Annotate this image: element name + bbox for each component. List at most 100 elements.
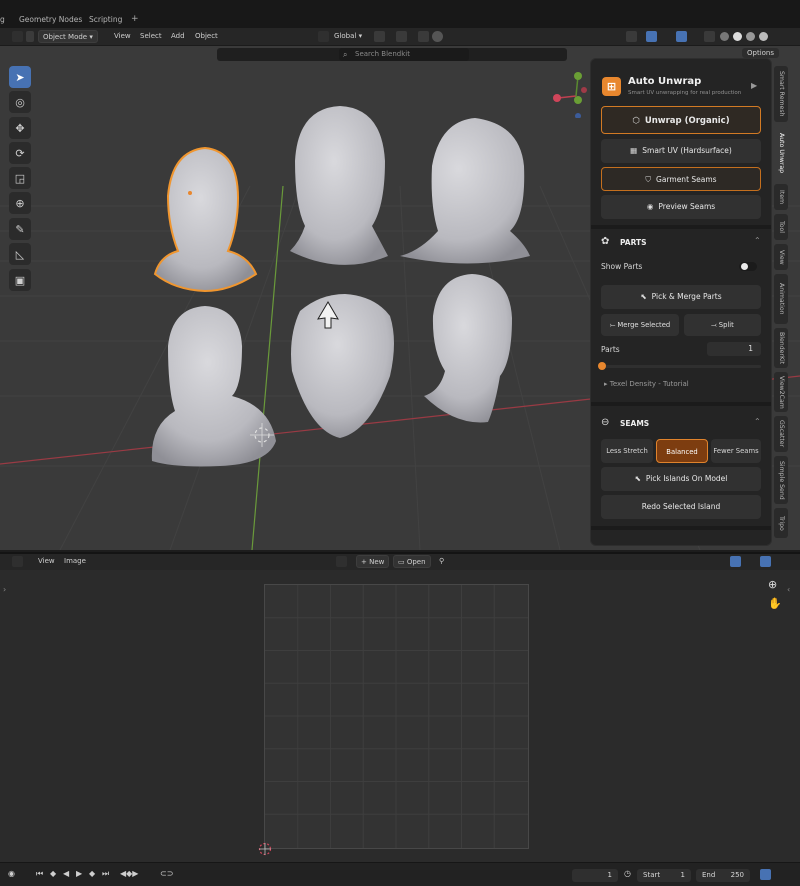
sidebar-tab-tool[interactable]: Tool: [774, 214, 788, 240]
uv-gizmo-icon[interactable]: [730, 556, 741, 567]
menu-view[interactable]: View: [110, 30, 135, 43]
cursor-tool-icon[interactable]: ◎: [9, 91, 31, 113]
sidebar-tab-blenderkit[interactable]: BlenderKit: [774, 328, 788, 368]
preview-seams-button[interactable]: ◉ Preview Seams: [601, 195, 761, 219]
sidebar-tab-view2cam[interactable]: View2Cam: [774, 372, 788, 412]
open-image-button[interactable]: ▭ Open: [393, 555, 431, 568]
transform-orientation-icon[interactable]: [318, 31, 329, 42]
start-frame-field[interactable]: Start 1: [637, 869, 691, 882]
shading-wireframe-icon[interactable]: [720, 32, 729, 41]
proportional-edit-icon[interactable]: [432, 31, 443, 42]
workspace-tab-geometry-nodes[interactable]: Geometry Nodes: [19, 15, 82, 24]
end-frame-field[interactable]: End 250: [696, 869, 750, 882]
clock-icon[interactable]: ◷: [624, 869, 631, 878]
garment-seams-button[interactable]: ⛉ Garment Seams: [601, 167, 761, 191]
pivot-icon[interactable]: [374, 31, 385, 42]
sidebar-tab-auto-unwrap[interactable]: Auto Unwrap: [774, 126, 788, 180]
workspace-tab-partial[interactable]: g: [0, 15, 5, 24]
keying-icon[interactable]: ◀◆▶: [120, 869, 138, 878]
parts-slider-handle[interactable]: [598, 362, 606, 370]
play-icon[interactable]: ▶: [751, 81, 757, 90]
seam-option-balanced[interactable]: Balanced: [656, 439, 708, 463]
sidebar-tab-tripo[interactable]: Tripo: [774, 508, 788, 538]
menu-object[interactable]: Object: [191, 30, 222, 43]
scale-tool-icon[interactable]: ◲: [9, 167, 31, 189]
jump-end-icon[interactable]: ⏭: [102, 869, 109, 879]
sidebar-expand-icon[interactable]: ‹: [787, 585, 790, 594]
smart-uv-button[interactable]: ▦ Smart UV (Hardsurface): [601, 139, 761, 163]
uv-menu-image[interactable]: Image: [60, 555, 90, 568]
snap-icon[interactable]: [396, 31, 407, 42]
uv-menu-view[interactable]: View: [34, 555, 59, 568]
pick-merge-parts-button[interactable]: ⬉ Pick & Merge Parts: [601, 285, 761, 309]
select-tool-icon[interactable]: ➤: [9, 66, 31, 88]
visibility-icon[interactable]: [626, 31, 637, 42]
sidebar-tab-simple-send[interactable]: Simple Send: [774, 456, 788, 504]
auto-key-icon[interactable]: ⊂⊃: [160, 869, 173, 878]
seams-section-header[interactable]: ⊖ SEAMS ⌃: [591, 410, 771, 436]
select-box-mode-icon[interactable]: [26, 31, 34, 42]
menu-select[interactable]: Select: [136, 30, 166, 43]
gizmo-toggle-icon[interactable]: [646, 31, 657, 42]
timeline-view-icon[interactable]: [760, 869, 771, 880]
add-cube-tool-icon[interactable]: ▣: [9, 269, 31, 291]
pan-hand-icon[interactable]: ✋: [768, 597, 782, 610]
navigation-gizmo[interactable]: [548, 68, 588, 118]
collapse-chevron-icon[interactable]: ⌃: [754, 417, 761, 426]
parts-slider[interactable]: [601, 365, 761, 368]
editor-type-icon[interactable]: [12, 31, 23, 42]
sidebar-tab-view[interactable]: View: [774, 244, 788, 270]
transform-tool-icon[interactable]: ⊕: [9, 192, 31, 214]
seam-option-less-stretch[interactable]: Less Stretch: [601, 439, 653, 463]
shading-rendered-icon[interactable]: [759, 32, 768, 41]
sidebar-tab-item[interactable]: Item: [774, 184, 788, 210]
tool-shelf: ➤ ◎ ✥ ⟳ ◲ ⊕ ✎ ◺ ▣: [9, 66, 35, 294]
show-parts-toggle[interactable]: [739, 262, 757, 271]
menu-add[interactable]: Add: [167, 30, 189, 43]
unwrap-organic-button[interactable]: ⬡ Unwrap (Organic): [601, 106, 761, 134]
image-browse-icon[interactable]: [336, 556, 347, 567]
texel-density-row[interactable]: ▸ Texel Density - Tutorial: [604, 380, 689, 388]
add-workspace-icon[interactable]: +: [131, 14, 139, 24]
annotate-tool-icon[interactable]: ✎: [9, 218, 31, 240]
mode-dropdown[interactable]: Object Mode ▾: [38, 30, 98, 43]
new-image-button[interactable]: + New: [356, 555, 390, 568]
next-keyframe-icon[interactable]: ◆: [89, 869, 95, 878]
uv-editor-type-icon[interactable]: [12, 556, 23, 567]
zoom-icon[interactable]: ⊕: [768, 578, 777, 591]
seam-option-fewer-seams[interactable]: Fewer Seams: [711, 439, 761, 463]
measure-tool-icon[interactable]: ◺: [9, 243, 31, 265]
viewport-header: Object Mode ▾ View Select Add Object Glo…: [0, 28, 800, 46]
split-button[interactable]: ⤙ Split: [684, 314, 761, 336]
pick-islands-button[interactable]: ⬉ Pick Islands On Model: [601, 467, 761, 491]
panel-title: Auto Unwrap: [628, 76, 702, 87]
move-tool-icon[interactable]: ✥: [9, 117, 31, 139]
snap-target-icon[interactable]: [418, 31, 429, 42]
current-frame-field[interactable]: 1: [572, 869, 618, 882]
toolbar-expand-icon[interactable]: ›: [3, 585, 6, 594]
options-dropdown[interactable]: Options: [742, 48, 780, 58]
sidebar-tab-animation[interactable]: Animation: [774, 274, 788, 324]
parts-count-field[interactable]: 1: [707, 342, 761, 356]
sidebar-tab-gscatter[interactable]: GScatter: [774, 416, 788, 452]
jump-start-icon[interactable]: ⏮: [36, 869, 43, 879]
merge-selected-button[interactable]: ⤚ Merge Selected: [601, 314, 679, 336]
rotate-tool-icon[interactable]: ⟳: [9, 142, 31, 164]
play-icon[interactable]: ▶: [76, 869, 82, 878]
parts-section-header[interactable]: ✿ PARTS ⌃: [591, 229, 771, 255]
shading-material-icon[interactable]: [746, 32, 755, 41]
collapse-chevron-icon[interactable]: ⌃: [754, 236, 761, 245]
prev-keyframe-icon[interactable]: ◆: [50, 869, 56, 878]
redo-island-button[interactable]: Redo Selected Island: [601, 495, 761, 519]
uv-overlay-icon[interactable]: [760, 556, 771, 567]
workspace-tab-scripting[interactable]: Scripting: [89, 15, 122, 24]
blenderkit-search-input[interactable]: ⌕ Search Blendkit: [339, 48, 469, 61]
transform-orientation-dropdown[interactable]: Global ▾: [330, 30, 366, 43]
sidebar-tab-smart-remesh[interactable]: Smart Remesh: [774, 66, 788, 122]
pin-icon[interactable]: ⚲: [435, 555, 448, 568]
shading-solid-icon[interactable]: [733, 32, 742, 41]
record-icon[interactable]: ◉: [8, 869, 15, 878]
xray-icon[interactable]: [704, 31, 715, 42]
overlay-toggle-icon[interactable]: [676, 31, 687, 42]
play-reverse-icon[interactable]: ◀: [63, 869, 69, 878]
